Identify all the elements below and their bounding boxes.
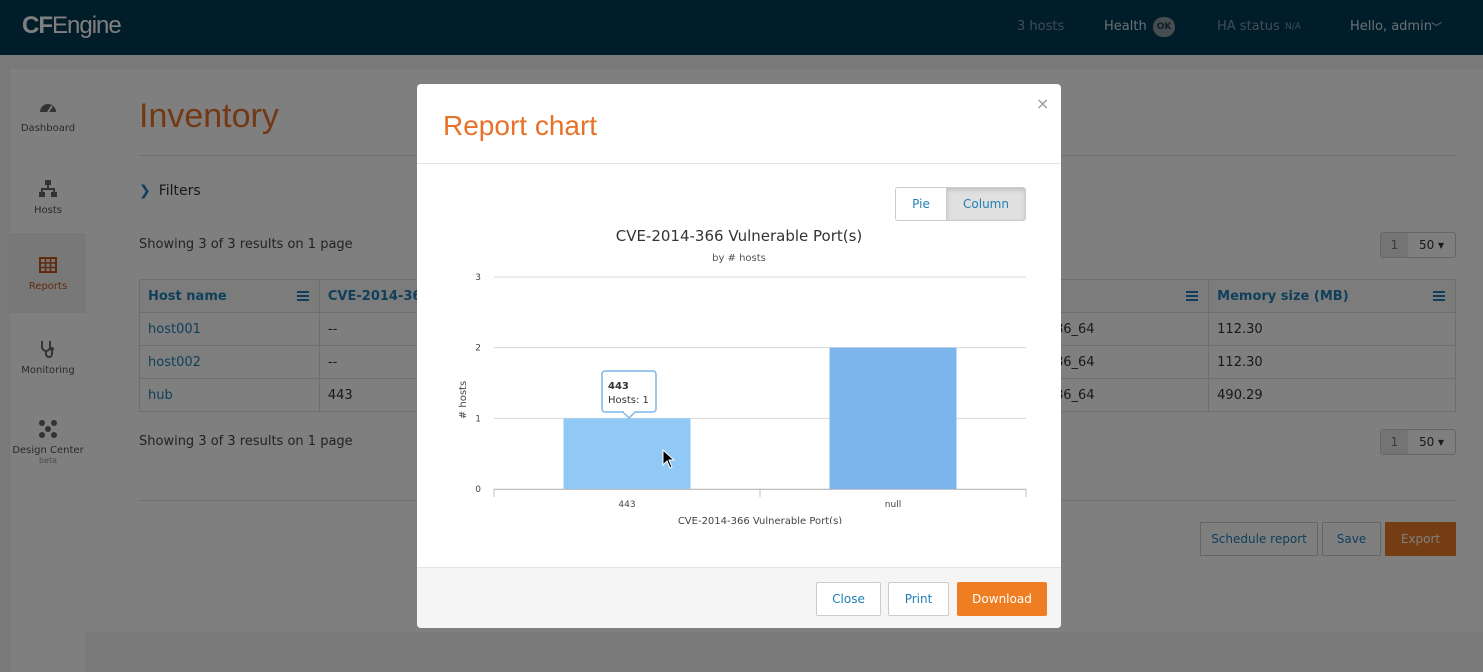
tooltip-category: 443 bbox=[608, 381, 629, 392]
pie-toggle-button[interactable]: Pie bbox=[895, 187, 947, 221]
bar-null[interactable] bbox=[829, 347, 957, 489]
column-chart: CVE-2014-366 Vulnerable Port(s) by # hos… bbox=[458, 227, 1027, 524]
y-tick-label: 1 bbox=[475, 414, 481, 424]
download-button[interactable]: Download bbox=[957, 582, 1047, 616]
chart-subtitle: by # hosts bbox=[712, 253, 766, 264]
y-axis-label: # hosts bbox=[458, 381, 469, 419]
x-tick-label: null bbox=[885, 500, 901, 510]
chart-tooltip: 443 Hosts: 1 bbox=[601, 370, 657, 420]
close-icon[interactable]: × bbox=[1036, 94, 1049, 113]
mouse-cursor-icon bbox=[662, 449, 676, 469]
y-tick-label: 3 bbox=[475, 273, 481, 283]
x-tick-label: 443 bbox=[618, 500, 635, 510]
close-button[interactable]: Close bbox=[816, 582, 881, 616]
modal-title: Report chart bbox=[443, 110, 598, 141]
divider bbox=[417, 163, 1061, 164]
report-chart-modal: Report chart × Pie Column CVE-2014-366 V… bbox=[417, 84, 1061, 628]
y-tick-label: 0 bbox=[475, 485, 481, 495]
y-tick-label: 2 bbox=[475, 344, 481, 354]
chart-title: CVE-2014-366 Vulnerable Port(s) bbox=[616, 227, 863, 245]
column-toggle-button[interactable]: Column bbox=[946, 187, 1026, 221]
x-axis-label: CVE-2014-366 Vulnerable Port(s) bbox=[678, 516, 842, 524]
print-button[interactable]: Print bbox=[888, 582, 949, 616]
modal-footer: Close Print Download bbox=[417, 567, 1061, 628]
tooltip-value: Hosts: 1 bbox=[608, 395, 649, 406]
